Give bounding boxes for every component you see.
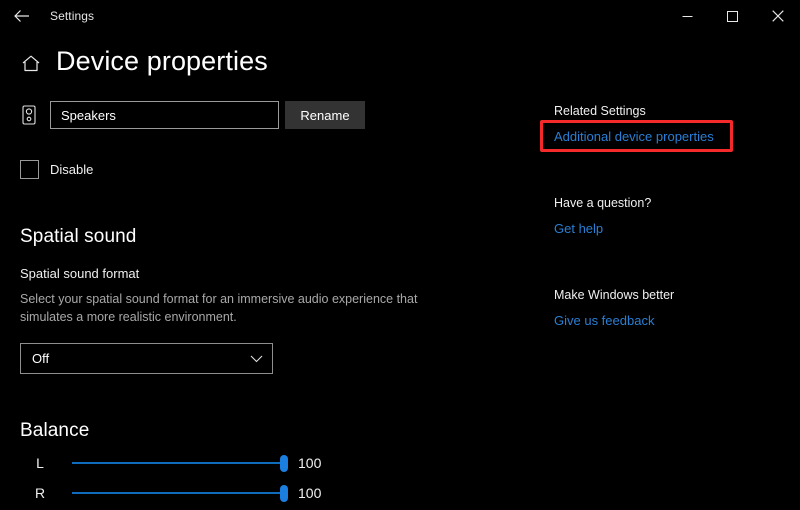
app-title: Settings bbox=[50, 9, 95, 23]
spatial-sound-format-select[interactable]: Off bbox=[20, 343, 273, 375]
slider-fill bbox=[72, 492, 284, 495]
home-icon[interactable] bbox=[20, 53, 42, 75]
balance-left-value: 100 bbox=[298, 455, 322, 472]
balance-right-label: R bbox=[34, 485, 46, 502]
slider-fill bbox=[72, 462, 284, 465]
main-content: Rename Disable Spatial sound Spatial sou… bbox=[20, 100, 500, 504]
title-bar: Settings bbox=[0, 0, 800, 32]
get-help-link[interactable]: Get help bbox=[554, 221, 603, 236]
spatial-sound-format-value: Off bbox=[32, 351, 50, 367]
disable-checkbox[interactable] bbox=[20, 160, 39, 179]
back-button[interactable] bbox=[4, 1, 40, 31]
chevron-down-icon bbox=[250, 355, 263, 363]
make-windows-better-group: Make Windows better Give us feedback bbox=[554, 288, 784, 330]
maximize-icon bbox=[727, 10, 738, 22]
give-us-feedback-link[interactable]: Give us feedback bbox=[554, 313, 654, 328]
balance-left-row: L 100 bbox=[20, 452, 500, 474]
maximize-button[interactable] bbox=[710, 0, 755, 32]
spatial-sound-format-label: Spatial sound format bbox=[20, 266, 140, 281]
related-sidebar: Related Settings Additional device prope… bbox=[554, 104, 784, 330]
make-windows-better-heading: Make Windows better bbox=[554, 288, 675, 302]
related-settings-group: Related Settings Additional device prope… bbox=[554, 104, 784, 146]
disable-label: Disable bbox=[50, 162, 94, 177]
speaker-icon bbox=[20, 104, 38, 126]
have-a-question-heading: Have a question? bbox=[554, 196, 652, 210]
balance-right-row: R 100 bbox=[20, 482, 500, 504]
window-controls bbox=[665, 0, 800, 32]
balance-right-slider[interactable] bbox=[72, 483, 288, 503]
disable-row[interactable]: Disable bbox=[20, 160, 500, 179]
balance-heading: Balance bbox=[20, 420, 90, 442]
minimize-button[interactable] bbox=[665, 0, 710, 32]
minimize-icon bbox=[682, 11, 693, 22]
spatial-sound-heading: Spatial sound bbox=[20, 226, 137, 247]
device-name-row: Rename bbox=[20, 100, 500, 130]
related-settings-heading: Related Settings bbox=[554, 104, 646, 118]
balance-left-label: L bbox=[36, 455, 44, 472]
slider-thumb[interactable] bbox=[280, 485, 288, 503]
have-a-question-group: Have a question? Get help bbox=[554, 196, 784, 238]
balance-left-slider[interactable] bbox=[72, 453, 288, 473]
back-arrow-icon bbox=[14, 9, 30, 23]
page-header: Device properties bbox=[20, 48, 268, 75]
slider-thumb[interactable] bbox=[280, 455, 288, 473]
balance-right-value: 100 bbox=[298, 485, 322, 502]
page-title: Device properties bbox=[56, 46, 268, 76]
additional-device-properties-link[interactable]: Additional device properties bbox=[554, 129, 714, 144]
close-button[interactable] bbox=[755, 0, 800, 32]
device-name-input[interactable] bbox=[50, 101, 279, 129]
spatial-sound-description: Select your spatial sound format for an … bbox=[20, 292, 418, 325]
rename-button[interactable]: Rename bbox=[285, 101, 365, 129]
close-icon bbox=[771, 10, 784, 22]
